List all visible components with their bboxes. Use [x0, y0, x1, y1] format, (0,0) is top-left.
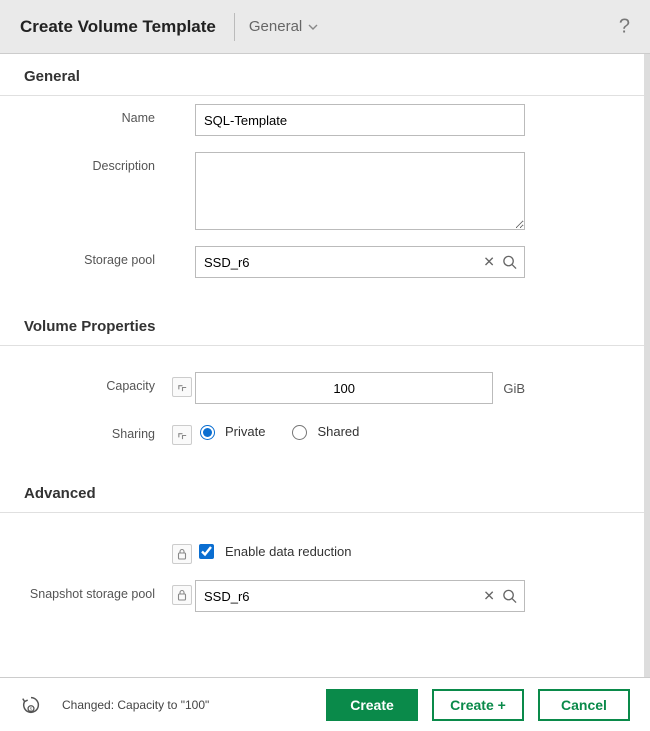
inherit-icon[interactable]	[172, 425, 192, 445]
radio-shared-input[interactable]	[292, 425, 307, 440]
row-name: Name	[0, 96, 644, 144]
capacity-unit: GiB	[503, 381, 525, 396]
name-input[interactable]	[195, 104, 525, 136]
description-textarea[interactable]	[195, 152, 525, 230]
row-capacity: Capacity GiB	[0, 364, 644, 412]
search-icon[interactable]	[502, 255, 517, 270]
radio-shared[interactable]: Shared	[287, 422, 359, 440]
row-sharing: Sharing Private Shared	[0, 412, 644, 453]
section-dropdown-label: General	[249, 18, 302, 35]
label-sharing: Sharing	[24, 420, 169, 441]
changed-status: Changed: Capacity to "100"	[62, 698, 312, 712]
inherit-icon[interactable]	[172, 377, 192, 397]
history-icon[interactable]: 5	[20, 694, 42, 716]
lock-icon[interactable]	[172, 544, 192, 564]
radio-private-label: Private	[225, 424, 265, 439]
label-description: Description	[24, 152, 169, 173]
snapshot-pool-input[interactable]	[195, 580, 525, 612]
dialog-header: Create Volume Template General ?	[0, 0, 650, 54]
cancel-button[interactable]: Cancel	[538, 689, 630, 721]
label-capacity: Capacity	[24, 372, 169, 393]
snapshot-pool-lookup: ✕	[195, 580, 525, 612]
row-data-reduction: Enable data reduction	[0, 531, 644, 572]
section-general-title: General	[0, 54, 644, 95]
clear-icon[interactable]: ✕	[483, 588, 495, 605]
chevron-down-icon	[308, 22, 318, 32]
data-reduction-input[interactable]	[199, 544, 214, 559]
row-storage-pool: Storage pool ✕	[0, 238, 644, 286]
lock-icon[interactable]	[172, 585, 192, 605]
row-description: Description	[0, 144, 644, 238]
dialog-footer: 5 Changed: Capacity to "100" Create Crea…	[0, 677, 650, 731]
row-snapshot-pool: Snapshot storage pool ✕	[0, 572, 644, 620]
section-advanced-title: Advanced	[0, 471, 644, 512]
radio-private-input[interactable]	[200, 425, 215, 440]
clear-icon[interactable]: ✕	[483, 254, 495, 271]
section-dropdown[interactable]: General	[249, 18, 318, 35]
header-divider	[234, 13, 235, 41]
data-reduction-checkbox[interactable]: Enable data reduction	[195, 539, 351, 562]
form-content: General Name Description Storage pool ✕	[0, 54, 650, 677]
sharing-radio-group: Private Shared	[195, 420, 359, 440]
label-storage-pool: Storage pool	[24, 246, 169, 267]
data-reduction-label: Enable data reduction	[225, 544, 351, 559]
capacity-input[interactable]	[195, 372, 493, 404]
help-button[interactable]: ?	[619, 15, 630, 38]
create-plus-button[interactable]: Create +	[432, 689, 524, 721]
radio-private[interactable]: Private	[195, 422, 265, 440]
create-button[interactable]: Create	[326, 689, 418, 721]
radio-shared-label: Shared	[317, 424, 359, 439]
dialog-title: Create Volume Template	[20, 17, 234, 37]
section-volprops-title: Volume Properties	[0, 304, 644, 345]
storage-pool-lookup: ✕	[195, 246, 525, 278]
search-icon[interactable]	[502, 589, 517, 604]
label-snapshot-pool: Snapshot storage pool	[24, 580, 169, 601]
storage-pool-input[interactable]	[195, 246, 525, 278]
label-name: Name	[24, 104, 169, 125]
